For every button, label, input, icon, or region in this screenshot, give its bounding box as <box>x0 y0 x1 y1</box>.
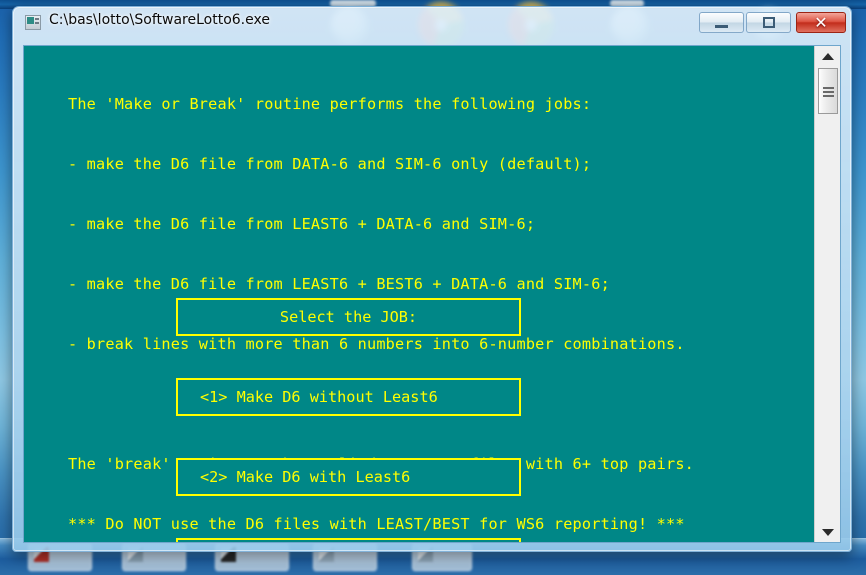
menu-header-label: Select the JOB: <box>279 308 418 326</box>
menu-item-3[interactable]: <3> Make D6 with Least & MOST6 <box>176 538 521 542</box>
console-line: - make the D6 file from DATA-6 and SIM-6… <box>68 155 592 173</box>
scroll-up-arrow-icon <box>822 52 834 60</box>
menu-header: Select the JOB: <box>176 298 521 336</box>
window-titlebar[interactable]: C:\bas\lotto\SoftwareLotto6.exe ✕ <box>13 7 851 39</box>
minimize-button[interactable] <box>699 12 744 33</box>
job-menu: Select the JOB: <1> Make D6 without Leas… <box>176 258 521 542</box>
close-button[interactable]: ✕ <box>796 12 846 33</box>
window-title: C:\bas\lotto\SoftwareLotto6.exe <box>49 12 270 28</box>
maximize-button[interactable] <box>746 12 791 33</box>
minimize-icon <box>715 24 728 28</box>
scroll-down-arrow-icon <box>822 528 834 536</box>
scroll-thumb[interactable] <box>818 68 838 114</box>
scroll-up-arrow-button[interactable] <box>815 46 840 66</box>
console-window: C:\bas\lotto\SoftwareLotto6.exe ✕ The 'M… <box>12 6 852 552</box>
console-line: - make the D6 file from LEAST6 + DATA-6 … <box>68 215 536 233</box>
menu-item-label: <2> Make D6 with Least6 <box>200 468 411 486</box>
menu-item-1[interactable]: <1> Make D6 without Least6 <box>176 378 521 416</box>
menu-item-2[interactable]: <2> Make D6 with Least6 <box>176 458 521 496</box>
close-icon: ✕ <box>814 12 828 32</box>
menu-item-label: <1> Make D6 without Least6 <box>200 388 438 406</box>
console-app-icon <box>25 15 41 30</box>
maximize-icon <box>762 17 775 28</box>
console-output: The 'Make or Break' routine performs the… <box>24 46 814 542</box>
desktop-background: C:\bas\lotto\SoftwareLotto6.exe ✕ The 'M… <box>0 0 866 575</box>
console-line: The 'Make or Break' routine performs the… <box>68 95 592 113</box>
console-client-area[interactable]: The 'Make or Break' routine performs the… <box>23 45 841 543</box>
scroll-down-arrow-button[interactable] <box>815 522 840 542</box>
vertical-scrollbar[interactable] <box>814 46 840 542</box>
